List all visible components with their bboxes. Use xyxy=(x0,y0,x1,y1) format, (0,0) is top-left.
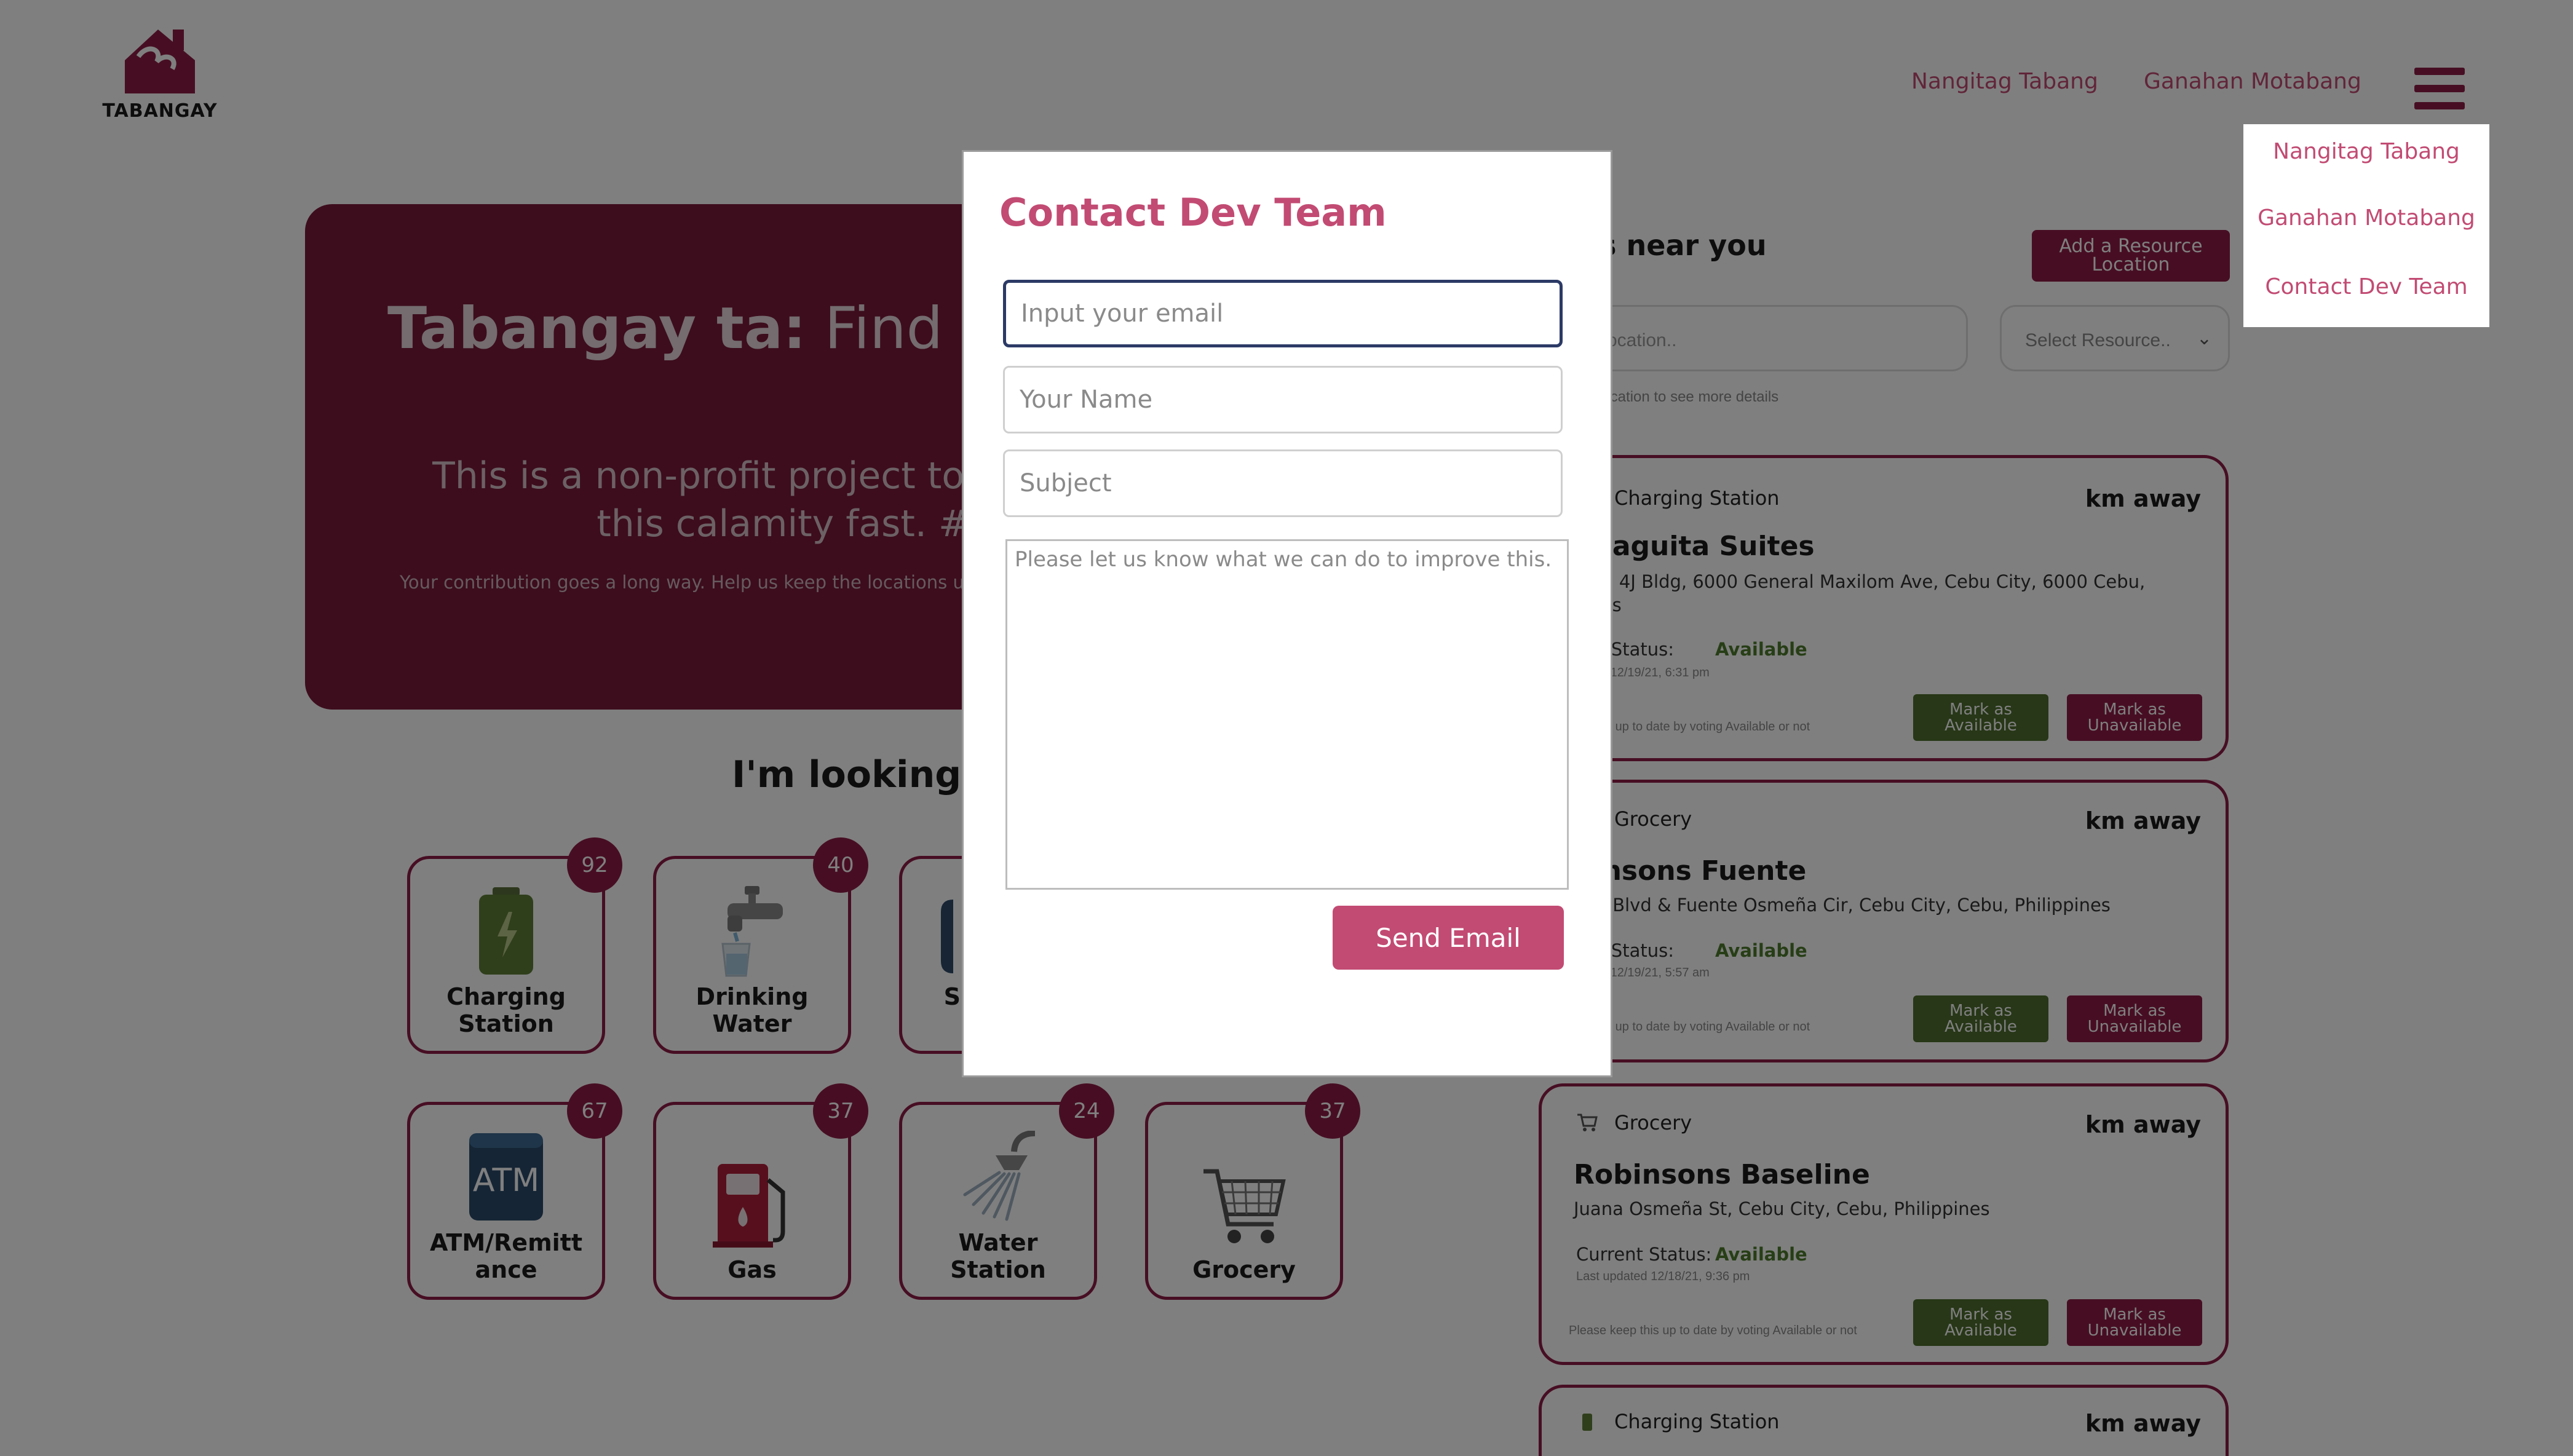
dropdown-item-contact-dev-team[interactable]: Contact Dev Team xyxy=(2243,274,2489,299)
name-field[interactable] xyxy=(1003,366,1563,433)
modal-title: Contact Dev Team xyxy=(999,190,1387,235)
nav-dropdown-menu: Nangitag Tabang Ganahan Motabang Contact… xyxy=(2243,124,2489,327)
dropdown-item-ganahan-motabang[interactable]: Ganahan Motabang xyxy=(2243,205,2489,231)
subject-field[interactable] xyxy=(1003,449,1563,517)
send-email-button[interactable]: Send Email xyxy=(1333,906,1564,970)
message-textarea[interactable] xyxy=(1005,539,1569,890)
email-field[interactable] xyxy=(1003,280,1563,347)
dropdown-item-nangitag-tabang[interactable]: Nangitag Tabang xyxy=(2243,139,2489,164)
contact-dev-team-modal: Contact Dev Team Send Email xyxy=(962,150,1612,1077)
